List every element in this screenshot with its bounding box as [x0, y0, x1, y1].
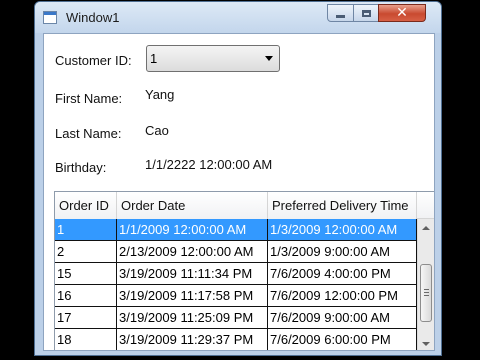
delivery-time-cell[interactable]: 7/6/2009 6:00:00 PM — [268, 329, 417, 350]
delivery-time-cell[interactable]: 7/6/2009 4:00:00 PM — [268, 263, 417, 284]
first-name-label: First Name: — [55, 91, 123, 106]
close-icon: ✕ — [396, 5, 408, 21]
order-date-cell[interactable]: 3/19/2009 11:29:37 PM — [117, 329, 268, 350]
grid-header-corner — [417, 192, 434, 219]
delivery-time-cell[interactable]: 1/3/2009 9:00:00 AM — [268, 241, 417, 262]
window-icon[interactable] — [43, 11, 57, 24]
chevron-up-icon — [422, 225, 430, 230]
grip-line — [424, 289, 429, 290]
vertical-scrollbar[interactable] — [417, 219, 434, 350]
table-row[interactable]: 1 1/1/2009 12:00:00 AM 1/3/2009 12:00:00… — [55, 219, 417, 241]
order-date-cell[interactable]: 3/19/2009 11:25:09 PM — [117, 307, 268, 328]
column-header-order-id[interactable]: Order ID — [55, 192, 117, 219]
table-row[interactable]: 15 3/19/2009 11:11:34 PM 7/6/2009 4:00:0… — [55, 263, 417, 285]
order-date-cell[interactable]: 3/19/2009 11:11:34 PM — [117, 263, 268, 284]
chevron-down-icon[interactable] — [265, 56, 273, 61]
order-id-cell[interactable]: 16 — [55, 285, 117, 306]
scroll-down-button[interactable] — [418, 335, 434, 350]
minimize-button[interactable] — [327, 4, 354, 22]
order-id-cell[interactable]: 17 — [55, 307, 117, 328]
customer-id-label: Customer ID: — [55, 53, 132, 68]
order-id-cell[interactable]: 15 — [55, 263, 117, 284]
grip-line — [424, 295, 429, 296]
scroll-up-button[interactable] — [418, 219, 434, 236]
table-row[interactable]: 18 3/19/2009 11:29:37 PM 7/6/2009 6:00:0… — [55, 329, 417, 350]
orders-datagrid[interactable]: Order ID Order Date Preferred Delivery T… — [54, 191, 434, 350]
grip-line — [424, 292, 429, 293]
order-id-cell[interactable]: 2 — [55, 241, 117, 262]
delivery-time-cell[interactable]: 1/3/2009 12:00:00 AM — [268, 219, 417, 240]
grid-rows: 1 1/1/2009 12:00:00 AM 1/3/2009 12:00:00… — [55, 219, 417, 350]
app-window: Window1 ✕ Customer ID: 1 First Name: Yan… — [34, 1, 442, 356]
column-header-order-date[interactable]: Order Date — [117, 192, 268, 219]
column-header-preferred-delivery-time[interactable]: Preferred Delivery Time — [268, 192, 417, 219]
customer-id-value: 1 — [150, 51, 158, 66]
order-date-cell[interactable]: 1/1/2009 12:00:00 AM — [117, 219, 268, 240]
order-id-cell[interactable]: 18 — [55, 329, 117, 350]
last-name-value: Cao — [145, 123, 169, 138]
close-button[interactable]: ✕ — [378, 4, 426, 22]
minimize-icon — [336, 14, 345, 18]
delivery-time-cell[interactable]: 7/6/2009 12:00:00 PM — [268, 285, 417, 306]
birthday-value: 1/1/2222 12:00:00 AM — [145, 157, 273, 172]
scrollbar-thumb[interactable] — [420, 264, 432, 322]
order-id-cell[interactable]: 1 — [55, 219, 117, 240]
table-row[interactable]: 2 2/13/2009 12:00:00 AM 1/3/2009 9:00:00… — [55, 241, 417, 263]
last-name-label: Last Name: — [55, 126, 122, 141]
grid-header: Order ID Order Date Preferred Delivery T… — [55, 192, 417, 220]
title-bar[interactable]: Window1 ✕ — [35, 2, 441, 33]
order-date-cell[interactable]: 2/13/2009 12:00:00 AM — [117, 241, 268, 262]
table-row[interactable]: 17 3/19/2009 11:25:09 PM 7/6/2009 9:00:0… — [55, 307, 417, 329]
birthday-label: Birthday: — [55, 160, 107, 175]
maximize-icon — [361, 9, 371, 17]
chevron-down-icon — [422, 341, 430, 346]
delivery-time-cell[interactable]: 7/6/2009 9:00:00 AM — [268, 307, 417, 328]
customer-id-combobox[interactable]: 1 — [146, 45, 280, 72]
first-name-value: Yang — [145, 87, 175, 102]
maximize-button[interactable] — [353, 4, 379, 22]
order-date-cell[interactable]: 3/19/2009 11:17:58 PM — [117, 285, 268, 306]
window-title: Window1 — [66, 10, 120, 25]
window-content: Customer ID: 1 First Name: Yang Last Nam… — [43, 33, 435, 351]
table-row[interactable]: 16 3/19/2009 11:17:58 PM 7/6/2009 12:00:… — [55, 285, 417, 307]
